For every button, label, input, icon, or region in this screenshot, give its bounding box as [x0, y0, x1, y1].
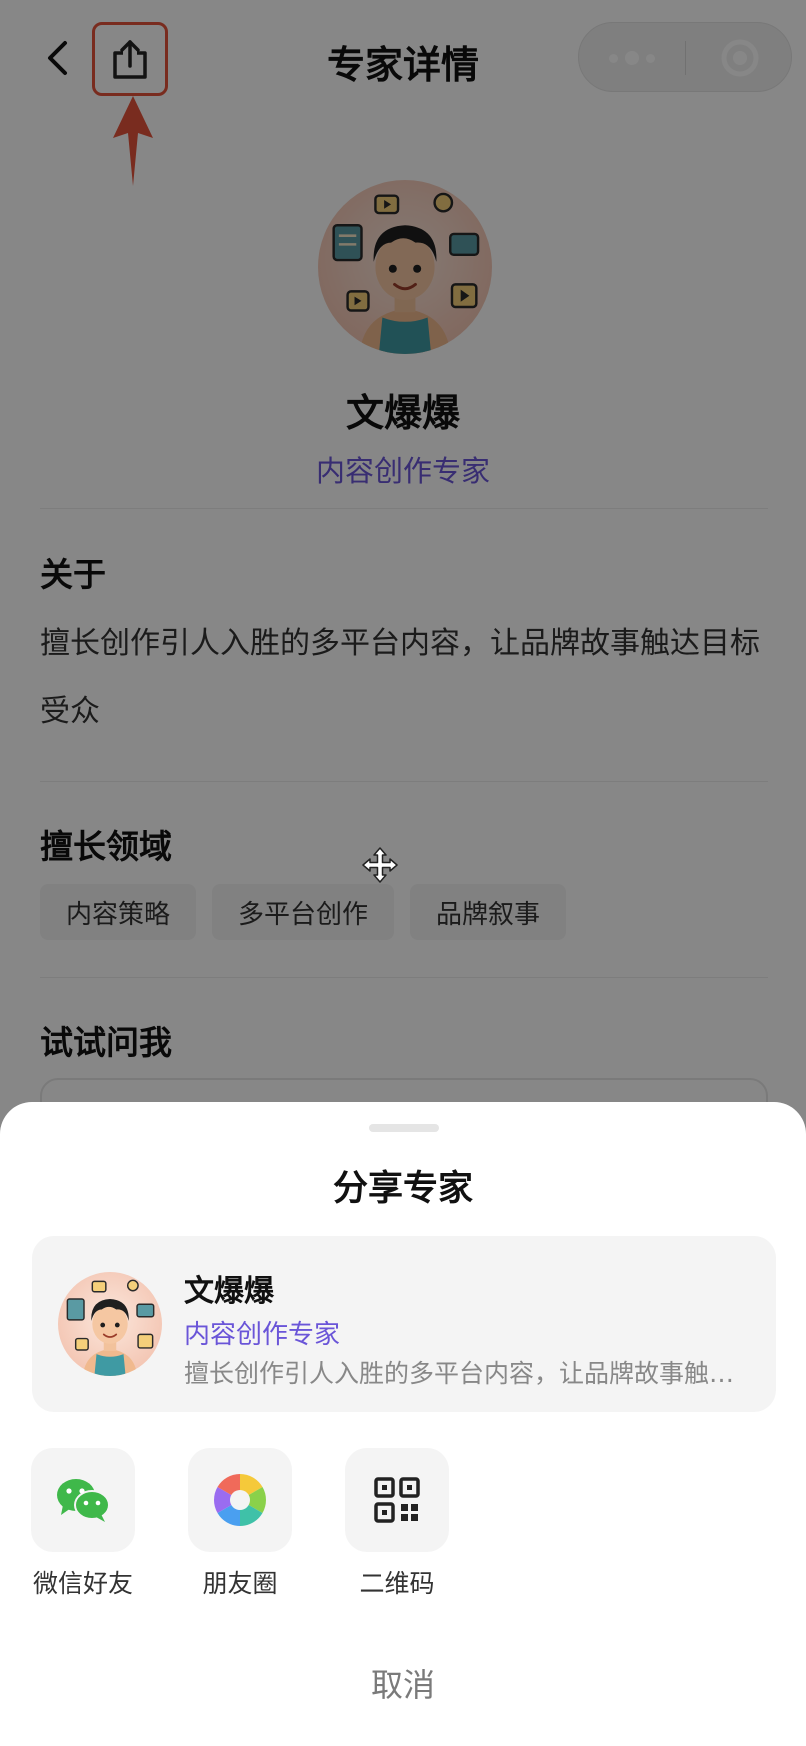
- qr-code-icon: [374, 1477, 420, 1523]
- expert-share-card: 文爆爆 内容创作专家 擅长创作引人入胜的多平台内容，让品牌故事触达目标受众: [32, 1236, 776, 1412]
- share-sheet: 分享专家 文爆爆 内容创作专家 擅长创作引人入胜的多平台内容，让品牌故事触达 微…: [0, 1102, 806, 1746]
- card-expert-desc: 擅长创作引人入胜的多平台内容，让品牌故事触达目标受众: [184, 1359, 748, 1388]
- card-expert-name: 文爆爆: [184, 1274, 274, 1309]
- share-option-label: 二维码: [359, 1569, 435, 1598]
- moments-icon: [214, 1474, 266, 1526]
- sheet-title: 分享专家: [332, 1169, 473, 1209]
- share-wechat-friend-button[interactable]: 微信好友: [28, 1448, 138, 1600]
- wechat-icon: [57, 1479, 110, 1522]
- cancel-button[interactable]: 取消: [0, 1660, 806, 1706]
- move-cursor-icon: [362, 847, 398, 883]
- share-option-label: 朋友圈: [202, 1569, 278, 1598]
- share-option-label: 微信好友: [32, 1569, 133, 1598]
- share-moments-button[interactable]: 朋友圈: [185, 1448, 295, 1600]
- card-avatar: [58, 1272, 162, 1376]
- sheet-drag-handle[interactable]: [369, 1124, 439, 1132]
- share-qr-code-button[interactable]: 二维码: [342, 1448, 452, 1600]
- avatar-illustration-icon: [58, 1272, 162, 1376]
- card-expert-role: 内容创作专家: [184, 1320, 341, 1350]
